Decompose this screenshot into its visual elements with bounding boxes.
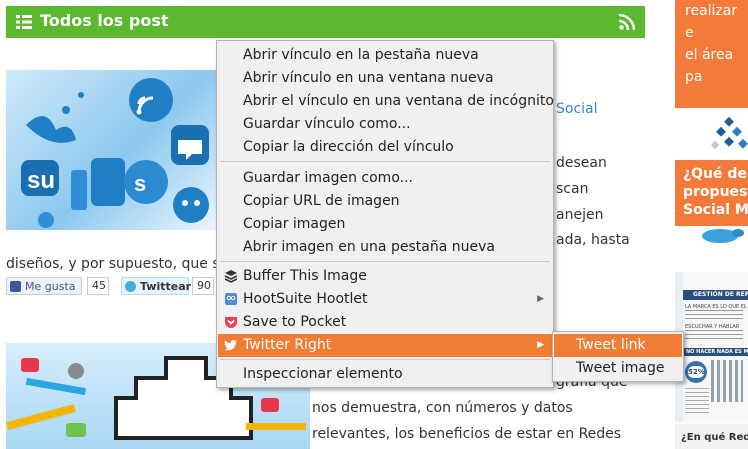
twitter-right-submenu: Tweet link Tweet image <box>552 331 684 382</box>
post-text-line: desean <box>556 155 607 171</box>
pocket-icon <box>225 317 237 328</box>
sidebar-thumbnail-bird[interactable] <box>698 226 748 248</box>
menu-separator <box>220 261 550 262</box>
twitter-bird-icon <box>224 340 237 351</box>
post-text-line: relevantes, los beneficios de estar en R… <box>312 426 622 442</box>
menu-item-label: Save to Pocket <box>243 314 347 330</box>
menu-separator <box>220 161 550 162</box>
sidebar-infographic[interactable]: GESTIÓN DE REPUTACI LA MARCA ES LO QUE E… <box>675 272 748 422</box>
twitter-icon <box>125 281 136 292</box>
post-text-line: diseños, y por supuesto, que s <box>6 256 220 272</box>
infographic-line: NO HACER NADA ES MÁS CA <box>683 348 748 356</box>
submenu-item-tweet-link[interactable]: Tweet link <box>554 334 682 357</box>
post-title-link[interactable]: Social <box>556 101 598 117</box>
rss-icon[interactable] <box>619 14 635 30</box>
post-image-social-icons[interactable]: su s <box>6 70 216 230</box>
submenu-item-tweet-image[interactable]: Tweet image <box>554 357 682 380</box>
menu-item-hootsuite[interactable]: HootSuite Hootlet ▶ <box>218 288 552 311</box>
menu-item-label: Twitter Right <box>243 337 332 353</box>
facebook-like-button[interactable]: Me gusta <box>6 277 82 295</box>
menu-item-copy-image-url[interactable]: Copiar URL de imagen <box>218 190 552 213</box>
sidebar-text-line: ¿En qué Redes S <box>681 432 748 443</box>
facebook-icon <box>10 281 21 292</box>
post-text-line: ada, hasta <box>556 232 630 248</box>
post-text-line: anejen <box>556 207 604 223</box>
submenu-arrow-icon: ▶ <box>537 294 544 304</box>
menu-item-save-image-as[interactable]: Guardar imagen como... <box>218 167 552 190</box>
menu-item-inspect-element[interactable]: Inspeccionar elemento <box>218 363 552 386</box>
menu-item-label: Buffer This Image <box>243 268 367 284</box>
submenu-arrow-icon: ▶ <box>537 340 544 350</box>
menu-item-copy-link-address[interactable]: Copiar la dirección del vínculo <box>218 136 552 159</box>
menu-item-buffer-image[interactable]: Buffer This Image <box>218 265 552 288</box>
infographic-title: GESTIÓN DE REPUTACI <box>683 290 748 300</box>
section-header: Todos los post <box>6 6 645 38</box>
menu-item-twitter-right[interactable]: Twitter Right ▶ <box>218 334 552 357</box>
infographic-stat: 52% <box>688 366 705 378</box>
menu-separator <box>220 359 550 360</box>
sidebar-post-bottom[interactable]: ¿En qué Redes S <box>675 424 748 449</box>
post-text-line: nos demuestra, con números y datos <box>312 400 573 416</box>
post-text-line: scan <box>556 181 589 197</box>
section-title: Todos los post <box>40 11 169 30</box>
menu-item-open-link-incognito[interactable]: Abrir el vínculo en una ventana de incóg… <box>218 90 554 113</box>
menu-item-open-image-new-tab[interactable]: Abrir imagen en una pestaña nueva <box>218 236 552 259</box>
context-menu: Abrir vínculo en la pestaña nueva Abrir … <box>216 40 554 388</box>
hootsuite-owl-icon <box>225 293 237 305</box>
svg-text:su: su <box>27 167 55 194</box>
sidebar-text-line: propuest <box>683 184 748 200</box>
sidebar-text-line: realizar e <box>685 3 738 41</box>
sidebar-post-top[interactable]: realizar e el área pa <box>675 0 748 108</box>
buffer-icon <box>224 270 238 283</box>
sidebar-text-line: el área pa <box>685 47 734 85</box>
menu-item-copy-image[interactable]: Copiar imagen <box>218 213 552 236</box>
menu-item-open-link-new-tab[interactable]: Abrir vínculo en la pestaña nueva <box>218 44 552 67</box>
like-label: Me gusta <box>25 280 76 293</box>
menu-item-save-to-pocket[interactable]: Save to Pocket <box>218 311 552 334</box>
list-icon <box>16 15 32 29</box>
menu-item-open-link-new-window[interactable]: Abrir vínculo en una ventana nueva <box>218 67 552 90</box>
like-count: 45 <box>87 277 109 295</box>
menu-item-label: HootSuite Hootlet <box>243 291 368 307</box>
menu-item-save-link-as[interactable]: Guardar vínculo como... <box>218 113 552 136</box>
sidebar-text-line: ¿Qué del <box>683 166 748 182</box>
sidebar-thumbnail-diamonds[interactable] <box>700 112 748 158</box>
tweet-count: 90 <box>192 277 214 295</box>
social-media-icons-art: su s <box>21 78 209 228</box>
tweet-button[interactable]: Twittear <box>121 277 192 295</box>
sidebar-post-middle[interactable]: ¿Qué del propuest Social Me <box>675 160 748 226</box>
sidebar-text-line: Social Me <box>683 202 748 218</box>
svg-text:s: s <box>134 171 146 196</box>
tweet-label: Twittear <box>140 280 192 293</box>
